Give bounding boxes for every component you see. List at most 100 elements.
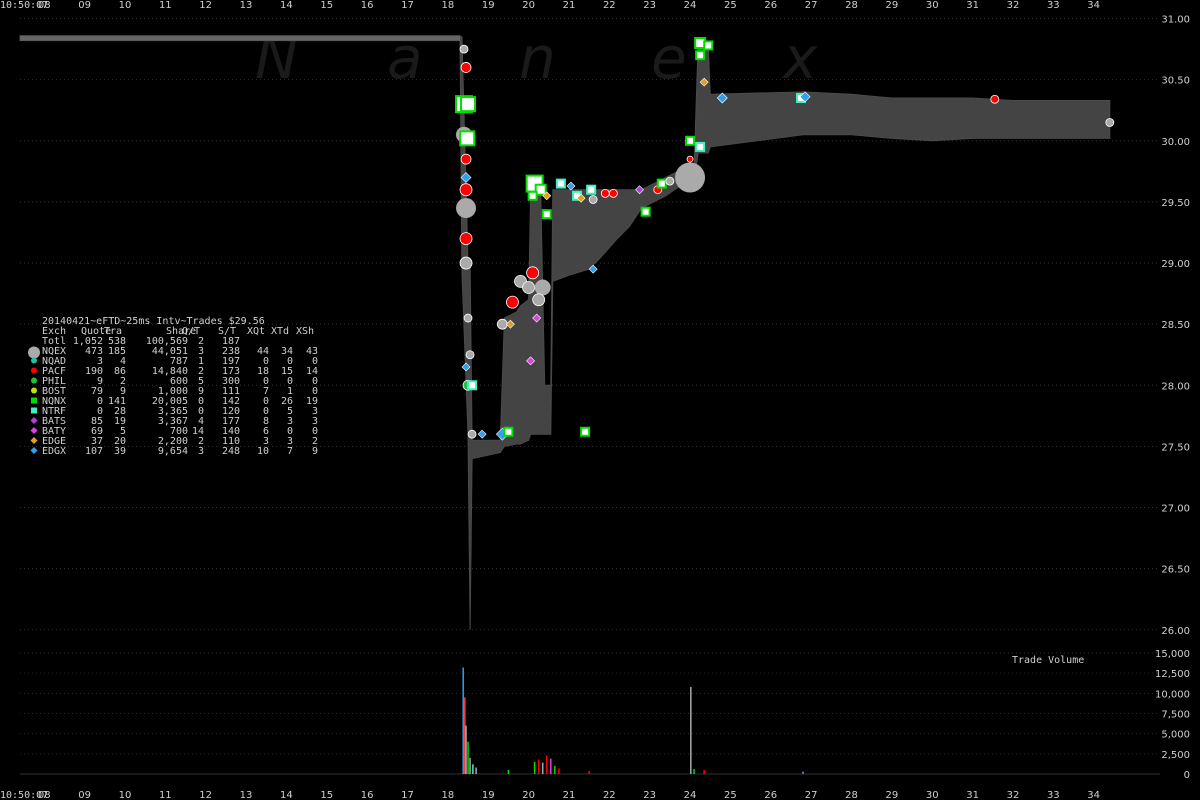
watermark-letter: e bbox=[651, 24, 687, 92]
trade-marker-nqnx bbox=[640, 206, 651, 217]
trade-marker-nqex bbox=[675, 162, 706, 193]
trade-marker-nqnx bbox=[656, 178, 667, 189]
x-tick-label: 31 bbox=[966, 790, 979, 800]
x-tick-label: 14 bbox=[280, 790, 293, 800]
x-tick-label: 18 bbox=[441, 0, 454, 11]
trade-marker-pacf bbox=[459, 183, 473, 197]
legend-marker bbox=[31, 367, 37, 374]
price-tick-label: 30.50 bbox=[1161, 76, 1190, 87]
trade-marker-nqex bbox=[459, 256, 473, 270]
table-header-cell: XQt bbox=[247, 326, 265, 337]
x-tick-label: 09 bbox=[78, 790, 91, 800]
trade-marker-nqex bbox=[1105, 118, 1115, 127]
volume-tick-label: 0 bbox=[1184, 770, 1190, 781]
trade-marker-nqnx bbox=[527, 190, 538, 201]
volume-tick-label: 5,000 bbox=[1161, 730, 1190, 741]
x-tick-label: 12 bbox=[199, 790, 212, 800]
legend-marker bbox=[31, 407, 37, 414]
volume-axis: 0 2,500 5,000 7,500 10,000 12,500 15,000 bbox=[1155, 649, 1190, 781]
x-tick-label: 19 bbox=[482, 0, 495, 11]
volume-tick-label: 7,500 bbox=[1161, 710, 1190, 721]
trade-marker-nqnx bbox=[580, 426, 591, 437]
trade-marker-nqex bbox=[459, 44, 469, 54]
trade-marker-pacf bbox=[600, 188, 610, 198]
trade-marker-nqex bbox=[522, 281, 535, 294]
x-tick-label: 20 bbox=[522, 790, 535, 800]
trade-marker-edgx bbox=[477, 429, 487, 439]
x-tick-label: 26 bbox=[764, 790, 777, 800]
trade-marker-nqnx bbox=[460, 96, 477, 113]
trade-marker-nqnx bbox=[541, 209, 552, 220]
x-tick-label: 16 bbox=[361, 790, 374, 800]
legend-marker bbox=[30, 447, 38, 454]
x-tick-label: 32 bbox=[1007, 790, 1020, 800]
x-tick-label: 22 bbox=[603, 790, 616, 800]
trade-marker-pacf bbox=[990, 94, 1000, 104]
trade-marker-edgx bbox=[566, 181, 576, 191]
trade-marker-pacf bbox=[608, 188, 618, 198]
x-tick-label: 12 bbox=[199, 0, 212, 11]
watermark-letter: a bbox=[387, 24, 423, 92]
watermark-letter: n bbox=[519, 24, 556, 92]
x-tick-label: 29 bbox=[885, 790, 898, 800]
x-tick-label: 19 bbox=[482, 790, 495, 800]
price-tick-label: 29.50 bbox=[1161, 198, 1190, 209]
price-tick-label: 27.50 bbox=[1161, 442, 1190, 453]
price-tick-label: 29.00 bbox=[1161, 259, 1190, 270]
x-tick-label: 15 bbox=[320, 790, 333, 800]
trade-marker-nqnx bbox=[503, 426, 514, 437]
x-tick-label: 21 bbox=[563, 790, 576, 800]
x-tick-label: 33 bbox=[1047, 0, 1060, 11]
x-tick-label: 24 bbox=[684, 0, 697, 11]
price-tick-label: 26.50 bbox=[1161, 565, 1190, 576]
x-tick-label: 29 bbox=[885, 0, 898, 11]
price-tick-label: 28.00 bbox=[1161, 381, 1190, 392]
legend-marker bbox=[30, 427, 38, 434]
x-tick-label: 22 bbox=[603, 0, 616, 11]
volume-label: Trade Volume bbox=[1012, 655, 1084, 666]
x-tick-label: 21 bbox=[563, 0, 576, 11]
legend-marker bbox=[31, 377, 37, 384]
trade-marker-nqnx bbox=[703, 40, 714, 51]
trade-marker-nqex bbox=[465, 350, 475, 360]
trade-marker-pacf bbox=[460, 153, 472, 165]
price-tick-label: 27.00 bbox=[1161, 504, 1190, 515]
x-tick-label: 25 bbox=[724, 0, 737, 11]
table-cell: 9,654 bbox=[158, 446, 188, 457]
legend-marker bbox=[28, 346, 40, 359]
watermark: Na n e x bbox=[255, 24, 818, 92]
x-tick-label: 24 bbox=[684, 790, 697, 800]
volume-tick-label: 2,500 bbox=[1161, 750, 1190, 761]
table-cell: 248 bbox=[222, 446, 240, 457]
x-tick-label: 33 bbox=[1047, 790, 1060, 800]
table-cell: 107 bbox=[85, 446, 103, 457]
x-tick-label: 10 bbox=[119, 0, 132, 11]
x-tick-label: 27 bbox=[805, 0, 818, 11]
trade-marker-ntrf bbox=[555, 178, 566, 189]
exchange-stats-table: 20140421~eFTD~25ms Intv~Trades $29.56Exc… bbox=[28, 316, 318, 457]
price-tick-label: 30.00 bbox=[1161, 137, 1190, 148]
trade-marker-pacf bbox=[686, 155, 694, 163]
table-cell: EDGX bbox=[42, 446, 66, 457]
x-tick-label: 17 bbox=[401, 790, 414, 800]
trade-marker-pacf bbox=[459, 232, 473, 245]
table-cell: 10 bbox=[257, 446, 269, 457]
table-header-cell: XSh bbox=[296, 326, 314, 337]
x-tick-label: 30 bbox=[926, 790, 939, 800]
table-cell: 9 bbox=[312, 446, 318, 457]
x-tick-label: 30 bbox=[926, 0, 939, 11]
table-cell: 7 bbox=[287, 446, 293, 457]
x-tick-label: 15 bbox=[320, 0, 333, 11]
x-tick-label: 13 bbox=[240, 790, 253, 800]
x-tick-label: 28 bbox=[845, 790, 858, 800]
trade-marker-nqex bbox=[496, 318, 508, 330]
x-tick-label: 20 bbox=[522, 0, 535, 11]
trade-marker-nqnx bbox=[695, 50, 706, 61]
trade-marker-pacf bbox=[526, 266, 540, 280]
price-tick-label: 31.00 bbox=[1161, 15, 1190, 26]
x-tick-label: 13 bbox=[240, 0, 253, 11]
trade-marker-ntrf bbox=[695, 141, 706, 152]
x-tick-label: 34 bbox=[1087, 0, 1100, 11]
x-tick-label: 11 bbox=[159, 790, 172, 800]
x-tick-label: 25 bbox=[724, 790, 737, 800]
